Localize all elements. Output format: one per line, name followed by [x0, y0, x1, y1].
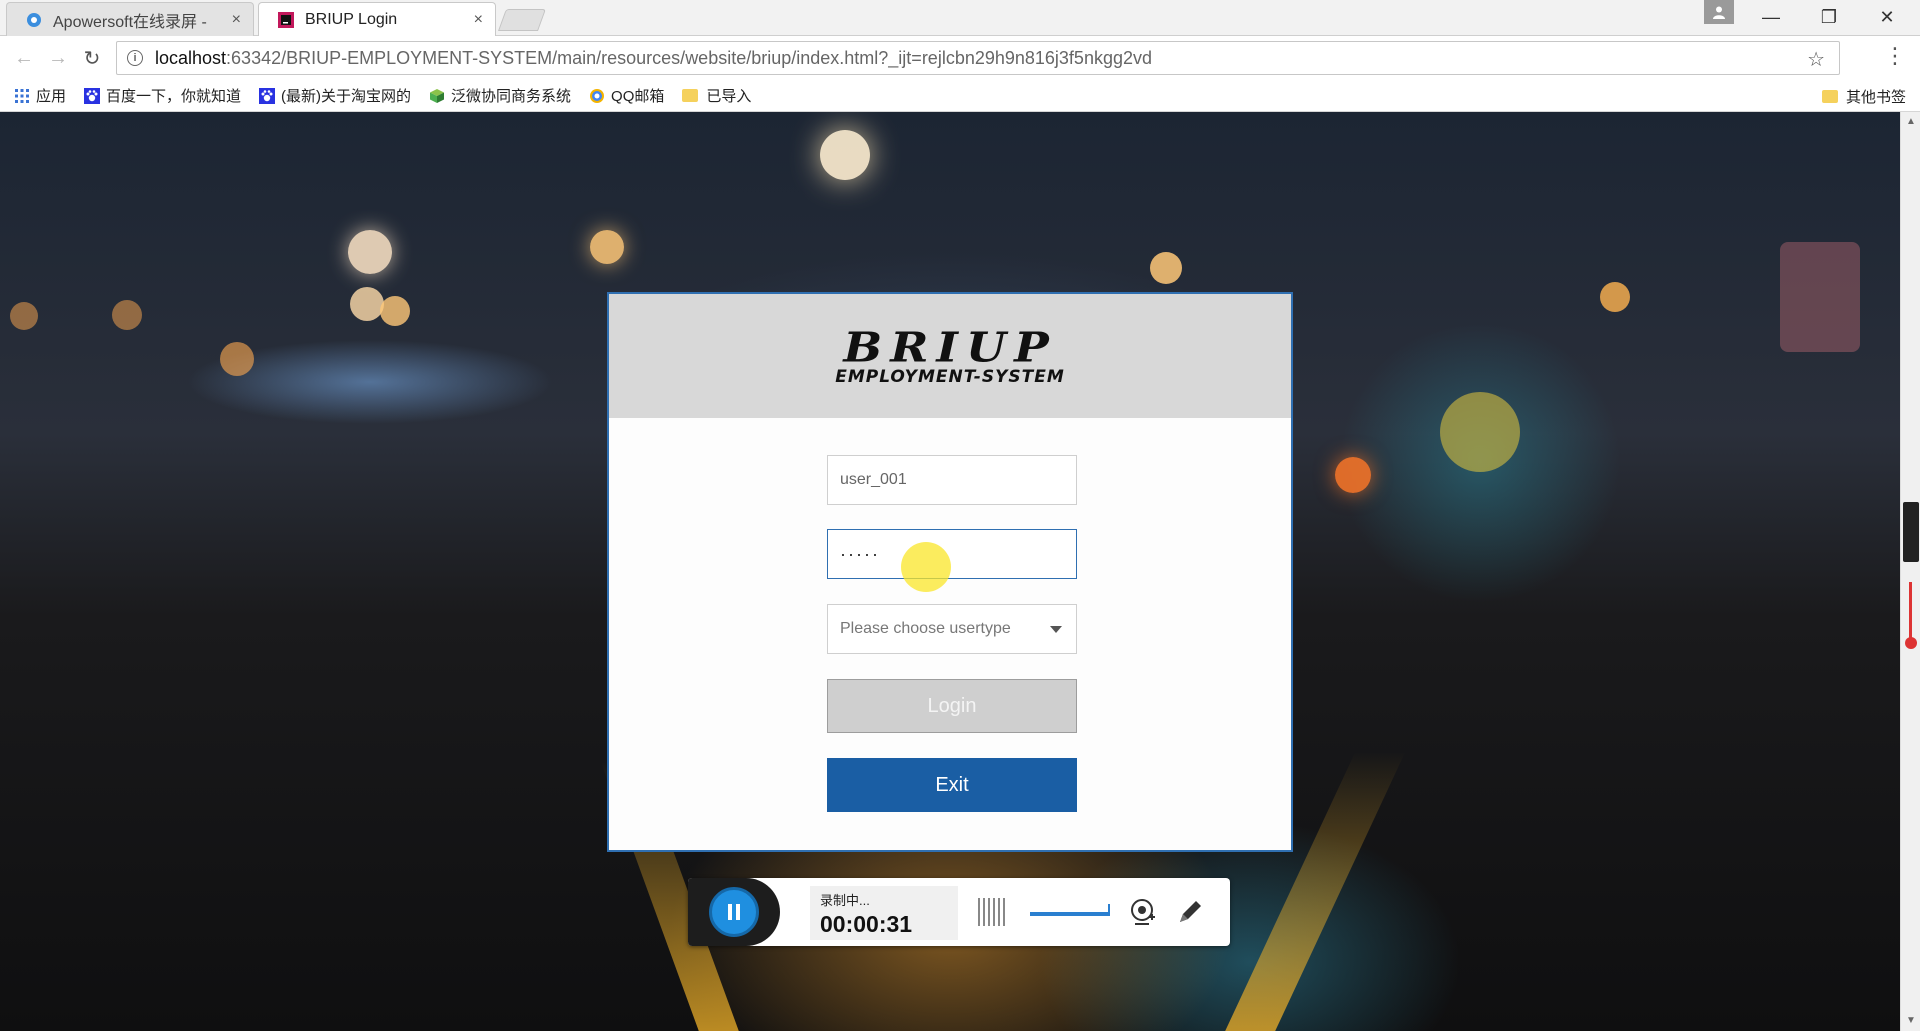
- user-icon: [1713, 6, 1725, 19]
- scroll-down-icon[interactable]: ▼: [1906, 1015, 1916, 1026]
- bokeh-light: [112, 300, 142, 330]
- page-background: BRIUP EMPLOYMENT-SYSTEM user_001 ····· P…: [0, 112, 1900, 1031]
- bokeh-light: [350, 287, 384, 321]
- bokeh-light: [10, 302, 38, 330]
- login-button[interactable]: Login: [827, 679, 1077, 733]
- password-input[interactable]: ·····: [827, 529, 1077, 579]
- apowersoft-icon: [27, 12, 41, 27]
- tab-close-icon[interactable]: ×: [474, 11, 483, 29]
- url-text: localhost:63342/BRIUP-EMPLOYMENT-SYSTEM/…: [155, 47, 1153, 68]
- tab-label: BRIUP Login: [305, 10, 398, 28]
- username-input[interactable]: user_001: [827, 455, 1077, 505]
- baidu-paw-icon: [259, 87, 276, 104]
- pause-button[interactable]: [709, 887, 759, 937]
- qq-mail-icon: [590, 88, 605, 103]
- bookmarks-bar: 应用 百度一下，你就知道 (最新)关于淘宝网的 泛微协同商务系统 QQ邮箱 已导…: [0, 80, 1920, 112]
- bookmark-label: 泛微协同商务系统: [451, 88, 572, 105]
- close-window-button[interactable]: ✕: [1862, 0, 1912, 34]
- bookmark-taobao[interactable]: (最新)关于淘宝网的: [259, 85, 411, 106]
- login-header: BRIUP EMPLOYMENT-SYSTEM: [609, 294, 1291, 418]
- recording-timer: 00:00:31: [820, 911, 913, 937]
- new-tab-button[interactable]: [497, 9, 547, 31]
- bokeh-light: [1780, 242, 1860, 352]
- bookmark-label: (最新)关于淘宝网的: [281, 88, 412, 105]
- browser-toolbar: ← → ↻ i localhost:63342/BRIUP-EMPLOYMENT…: [0, 36, 1920, 80]
- recording-status: 录制中...: [820, 893, 870, 908]
- page-scrollbar[interactable]: ▲ ▼: [1900, 112, 1920, 1031]
- exit-button[interactable]: Exit: [827, 758, 1077, 812]
- cube-icon: [430, 88, 445, 103]
- bookmark-weaver[interactable]: 泛微协同商务系统: [429, 85, 571, 106]
- bookmark-baidu[interactable]: 百度一下，你就知道: [84, 85, 241, 106]
- folder-icon: [682, 89, 699, 102]
- forward-arrow-icon[interactable]: →: [46, 46, 70, 70]
- intellij-icon: [278, 11, 294, 28]
- webcam-icon[interactable]: [1126, 896, 1158, 928]
- bokeh-light: [1440, 392, 1520, 472]
- bokeh-light: [220, 342, 254, 376]
- scroll-thumb[interactable]: [1903, 502, 1919, 562]
- bokeh-light: [1600, 282, 1630, 312]
- usertype-select[interactable]: Please choose usertype: [827, 604, 1077, 654]
- bokeh-light: [348, 230, 392, 274]
- recorder-side-dot: [1905, 637, 1917, 649]
- pause-icon: [728, 904, 740, 920]
- restore-button[interactable]: ❐: [1804, 0, 1854, 34]
- login-panel: BRIUP EMPLOYMENT-SYSTEM user_001 ····· P…: [607, 292, 1293, 852]
- recorder-side-indicator: [1909, 582, 1912, 642]
- drag-grip-icon[interactable]: [978, 898, 1008, 926]
- recorder-control: [688, 878, 780, 946]
- bookmark-label: 应用: [36, 88, 67, 105]
- bokeh-light: [820, 130, 870, 180]
- usertype-placeholder: Please choose usertype: [840, 620, 1011, 637]
- tab-briup-login[interactable]: BRIUP Login ×: [258, 2, 496, 36]
- bookmark-label: 已导入: [706, 88, 752, 105]
- info-icon[interactable]: i: [127, 50, 143, 66]
- bokeh-light: [1150, 252, 1182, 284]
- profile-button[interactable]: [1704, 0, 1734, 24]
- tab-label: Apowersoft在线录屏 -: [53, 13, 207, 31]
- address-bar[interactable]: i localhost:63342/BRIUP-EMPLOYMENT-SYSTE…: [116, 41, 1840, 75]
- bookmark-apps[interactable]: 应用: [14, 85, 66, 106]
- tab-close-icon[interactable]: ×: [232, 11, 241, 29]
- scroll-up-icon[interactable]: ▲: [1906, 116, 1916, 127]
- bookmark-star-icon[interactable]: ☆: [1807, 47, 1825, 72]
- bookmark-label: 百度一下，你就知道: [106, 88, 242, 105]
- bookmark-label: 其他书签: [1845, 89, 1906, 106]
- tab-strip: Apowersoft在线录屏 - × BRIUP Login × — ❐ ✕: [0, 0, 1920, 36]
- bookmark-label: QQ邮箱: [611, 88, 665, 105]
- bokeh-light: [590, 230, 624, 264]
- chevron-down-icon: [1050, 626, 1062, 633]
- tab-apowersoft[interactable]: Apowersoft在线录屏 - ×: [6, 2, 254, 36]
- back-arrow-icon[interactable]: ←: [12, 46, 36, 70]
- mouse-cursor-highlight: [901, 542, 951, 592]
- volume-slider[interactable]: [1030, 904, 1110, 916]
- bookmark-qqmail[interactable]: QQ邮箱: [589, 85, 664, 106]
- minimize-button[interactable]: —: [1746, 0, 1796, 34]
- recording-info: 录制中... 00:00:31: [810, 886, 958, 940]
- baidu-paw-icon: [84, 87, 101, 104]
- screen-recorder-bar: 录制中... 00:00:31: [688, 878, 1230, 946]
- apps-grid-icon: [15, 88, 29, 103]
- bokeh-light: [380, 296, 410, 326]
- menu-dots-icon[interactable]: ⋮: [1884, 45, 1906, 67]
- logo-title: BRIUP: [843, 322, 1057, 372]
- bookmark-imported[interactable]: 已导入: [682, 85, 751, 106]
- bookmark-other[interactable]: 其他书签: [1821, 86, 1906, 107]
- bokeh-light: [1335, 457, 1371, 493]
- folder-icon: [1821, 90, 1838, 103]
- reload-icon[interactable]: ↻: [80, 46, 104, 70]
- pencil-icon[interactable]: [1174, 896, 1206, 928]
